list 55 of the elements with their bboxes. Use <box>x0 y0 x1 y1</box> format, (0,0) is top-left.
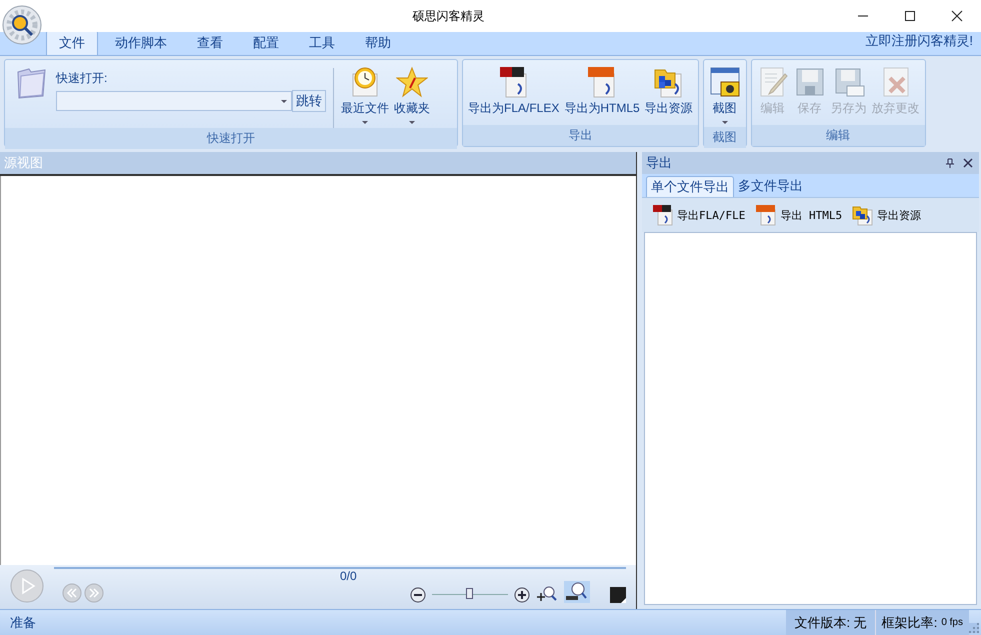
panel-tab[interactable]: 单个文件导出 <box>646 176 734 197</box>
menu-tab[interactable]: 工具 <box>296 30 348 55</box>
resource-export-icon <box>852 204 874 226</box>
ribbon-button[interactable]: 截图 <box>708 64 742 127</box>
panel-title: 导出 <box>646 154 673 172</box>
group-label: 截图 <box>704 127 746 148</box>
frame-counter: 0/0 <box>340 569 357 583</box>
pan-zoom-icon[interactable] <box>536 585 558 603</box>
floppy-disk-icon <box>832 66 865 98</box>
menu-tab[interactable]: 帮助 <box>352 30 404 55</box>
export-toolbar-button[interactable]: 导出资源 <box>852 204 922 226</box>
status-text: 准备 <box>9 614 37 632</box>
ribbon-button[interactable]: 最近文件 <box>340 64 390 127</box>
camera-icon <box>708 66 741 98</box>
folder-icon <box>15 66 47 100</box>
background-color-swatch-icon[interactable] <box>610 587 626 603</box>
flash-export-icon <box>652 204 674 226</box>
zoom-out-icon[interactable] <box>410 587 426 603</box>
star-icon <box>396 66 428 98</box>
frame-rate-label: 框架比率: <box>882 614 938 632</box>
quick-open-label: 快速打开: <box>56 70 108 87</box>
pin-icon[interactable] <box>945 158 955 168</box>
menu-tab[interactable]: 文件 <box>46 30 98 55</box>
caret-icon <box>281 100 287 104</box>
ribbon-button[interactable]: 收藏夹 <box>393 64 431 127</box>
caret-icon <box>362 121 368 125</box>
frame-rate-value: 0 fps <box>941 617 963 628</box>
timeline-track[interactable] <box>54 567 626 569</box>
ribbon-button[interactable]: 导出资源 <box>644 64 694 119</box>
group-label: 编辑 <box>752 125 925 146</box>
html5-export-icon <box>755 204 778 226</box>
export-toolbar-button[interactable]: 导出 HTML5 <box>755 204 842 226</box>
close-icon[interactable] <box>963 158 973 168</box>
zoom-in-icon[interactable] <box>514 587 530 603</box>
actual-size-zoom-icon[interactable] <box>564 581 590 603</box>
zoom-slider-thumb[interactable] <box>466 588 474 599</box>
panel-tab[interactable]: 多文件导出 <box>734 176 807 197</box>
close-icon[interactable] <box>951 10 963 22</box>
menu-tab[interactable]: 查看 <box>184 30 236 55</box>
caret-icon <box>409 121 415 125</box>
menu-tab[interactable]: 配置 <box>240 30 292 55</box>
panel-title: 源视图 <box>0 152 636 176</box>
group-label: 快速打开 <box>5 128 457 149</box>
resize-grip-icon[interactable] <box>969 623 979 633</box>
menu-tab[interactable]: 动作脚本 <box>102 30 180 55</box>
maximize-icon[interactable] <box>904 10 916 22</box>
ribbon-button[interactable]: 导出为FLA/FLEX <box>467 64 560 119</box>
export-toolbar-button[interactable]: 导出FLA/FLE <box>652 204 746 226</box>
group-label: 导出 <box>463 125 698 146</box>
register-link[interactable]: 立即注册闪客精灵! <box>857 32 981 55</box>
jump-button[interactable]: 跳转 <box>292 90 326 112</box>
caret-icon <box>722 121 728 125</box>
window-title: 硕思闪客精灵 <box>412 8 486 24</box>
ribbon-button[interactable]: 导出为HTML5 <box>563 64 641 119</box>
file-version-text: 文件版本: 无 <box>786 610 876 635</box>
